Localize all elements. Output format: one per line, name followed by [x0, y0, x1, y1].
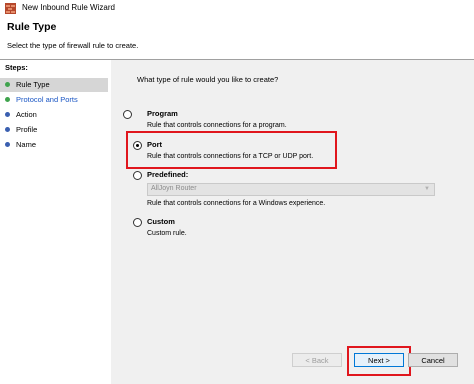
predefined-select[interactable]: AllJoyn Router ▼	[147, 183, 435, 196]
steps-label: Steps:	[5, 63, 28, 72]
chevron-down-icon: ▼	[424, 186, 430, 192]
step-status-dot	[5, 112, 10, 117]
custom-label[interactable]: Custom	[147, 217, 175, 226]
main-panel: What type of rule would you like to crea…	[111, 60, 474, 384]
predefined-radio[interactable]	[133, 171, 142, 180]
predefined-select-value: AllJoyn Router	[151, 185, 197, 192]
page-title: Rule Type	[7, 21, 57, 33]
step-status-dot	[5, 97, 10, 102]
step-action[interactable]: Action	[0, 108, 108, 122]
title-bar: New Inbound Rule Wizard	[0, 0, 474, 17]
step-profile[interactable]: Profile	[0, 123, 108, 137]
program-radio[interactable]	[123, 110, 132, 119]
predefined-description: Rule that controls connections for a Win…	[147, 200, 326, 207]
step-label: Rule Type	[16, 80, 50, 89]
custom-description: Custom rule.	[147, 230, 187, 237]
steps-panel: Steps: Rule Type Protocol and Ports Acti…	[0, 60, 111, 384]
step-label: Name	[16, 140, 37, 149]
firewall-icon	[5, 3, 16, 14]
step-status-dot	[5, 82, 10, 87]
step-status-dot	[5, 127, 10, 132]
step-status-dot	[5, 142, 10, 147]
program-label[interactable]: Program	[147, 109, 178, 118]
rule-type-question: What type of rule would you like to crea…	[137, 75, 279, 84]
step-label: Protocol and Ports	[16, 95, 78, 104]
step-rule-type[interactable]: Rule Type	[0, 78, 108, 92]
step-label: Profile	[16, 125, 38, 134]
cancel-button[interactable]: Cancel	[408, 353, 458, 367]
step-name[interactable]: Name	[0, 138, 108, 152]
port-highlight-box	[126, 131, 337, 169]
back-button[interactable]: < Back	[292, 353, 342, 367]
next-highlight-box	[347, 346, 411, 376]
custom-radio[interactable]	[133, 218, 142, 227]
program-description: Rule that controls connections for a pro…	[147, 122, 287, 129]
wizard-header: Rule Type Select the type of firewall ru…	[0, 17, 474, 59]
window-title: New Inbound Rule Wizard	[22, 3, 115, 12]
page-description: Select the type of firewall rule to crea…	[7, 41, 139, 50]
step-label: Action	[16, 110, 37, 119]
step-protocol-and-ports[interactable]: Protocol and Ports	[0, 93, 108, 107]
predefined-label[interactable]: Predefined:	[147, 170, 188, 179]
